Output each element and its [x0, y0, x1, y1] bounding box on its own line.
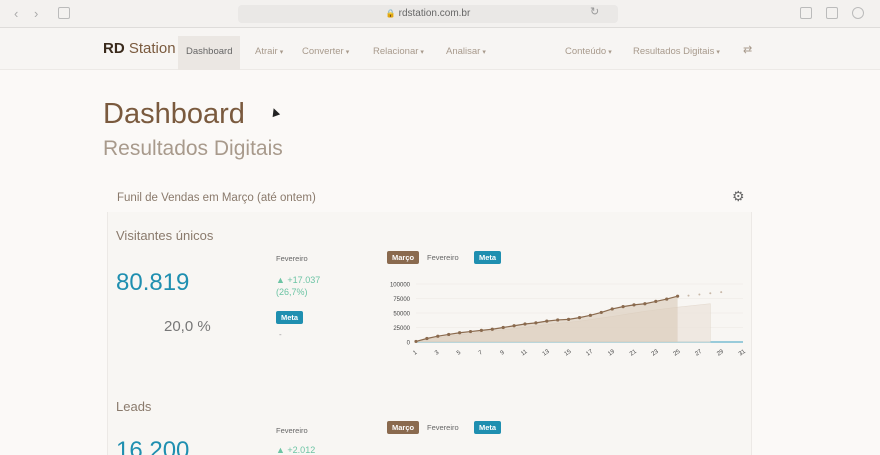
series-marco-point	[545, 319, 549, 323]
nav-dashboard[interactable]: Dashboard	[178, 36, 241, 70]
leads-value: 16.200	[116, 437, 190, 455]
nav-resultados-digitais[interactable]: Resultados Digitais ▾	[633, 46, 720, 57]
x-tick-label: 1	[412, 349, 419, 356]
series-marco-point	[414, 339, 418, 344]
series-marco-point	[577, 316, 582, 320]
x-tick-label: 21	[629, 348, 638, 357]
leads-legend-meta[interactable]: Meta	[474, 421, 502, 434]
y-tick-label: 0	[407, 341, 411, 347]
top-nav: RD Station Dashboard Atrair ▾ Converter ▾ …	[0, 28, 880, 70]
series-marco-point	[567, 317, 571, 321]
projection-point	[709, 292, 712, 295]
series-marco-point	[665, 297, 669, 301]
x-tick-label: 27	[694, 348, 703, 357]
series-marco-point	[621, 305, 625, 309]
x-tick-label: 29	[716, 348, 725, 357]
x-tick-label: 5	[456, 349, 463, 356]
leads-fevereiro-label: Fevereiro	[276, 426, 308, 435]
y-tick-label: 100000	[390, 283, 411, 289]
legend-fevereiro[interactable]: Fevereiro	[427, 253, 459, 262]
projection-point	[698, 293, 701, 296]
projection-point	[687, 294, 690, 297]
series-marco-point	[610, 307, 614, 311]
visitantes-meta-value: -	[279, 330, 282, 339]
leads-label: Leads	[116, 399, 152, 414]
rd-station-logo[interactable]: RD Station	[103, 40, 176, 57]
visitantes-meta-badge: Meta	[276, 311, 304, 324]
series-marco-point	[512, 324, 516, 328]
series-marco-point	[534, 321, 538, 325]
sidebar-icon[interactable]	[58, 7, 70, 19]
series-marco-point	[436, 334, 440, 338]
nav-conteudo[interactable]: Conteúdo ▾	[565, 46, 612, 57]
gear-icon[interactable]: ⚙	[732, 188, 745, 205]
x-tick-label: 13	[542, 348, 551, 357]
back-icon[interactable]: ‹	[14, 6, 18, 22]
x-tick-label: 9	[500, 349, 507, 356]
x-tick-label: 7	[478, 349, 485, 356]
x-tick-label: 3	[434, 349, 441, 356]
nav-relacionar[interactable]: Relacionar ▾	[373, 46, 424, 57]
series-marco-point	[425, 336, 429, 341]
y-tick-label: 50000	[393, 312, 410, 318]
series-marco-point	[458, 331, 462, 335]
reload-icon[interactable]: ↻	[590, 5, 599, 18]
y-tick-label: 75000	[393, 297, 410, 303]
series-marco-point	[676, 294, 680, 298]
x-tick-label: 23	[651, 348, 660, 357]
legend-marco[interactable]: Março	[387, 251, 420, 264]
visitantes-value: 80.819	[116, 269, 190, 296]
leads-legend-fevereiro[interactable]: Fevereiro	[427, 423, 459, 432]
x-tick-label: 11	[520, 349, 529, 358]
visitantes-fevereiro-label: Fevereiro	[276, 254, 308, 263]
x-tick-label: 19	[607, 348, 616, 357]
visitantes-percent: 20,0 %	[164, 318, 211, 335]
visitantes-label: Visitantes únicos	[116, 228, 214, 243]
mouse-cursor-icon	[269, 106, 281, 118]
panel-title: Funil de Vendas em Março (até ontem)	[117, 192, 316, 204]
series-marco-point	[599, 310, 603, 315]
nav-analisar[interactable]: Analisar ▾	[446, 46, 486, 57]
x-tick-label: 31	[738, 348, 747, 357]
forward-icon[interactable]: ›	[34, 6, 38, 22]
address-bar[interactable]: 🔒 rdstation.com.br	[238, 5, 618, 23]
series-marco-point	[643, 302, 647, 306]
leads-delta: ▲ +2.012	[276, 445, 316, 455]
projection-point	[720, 291, 723, 294]
nav-atrair[interactable]: Atrair ▾	[255, 46, 283, 57]
legend-meta[interactable]: Meta	[474, 251, 502, 264]
visitantes-chart: 10000075000500002500001 3 5 7 9 11 13 15 17 19 21 2…	[390, 283, 747, 358]
tabs-icon[interactable]	[826, 7, 838, 19]
series-marco-point	[632, 303, 636, 307]
series-marco-point	[479, 328, 483, 332]
share-icon[interactable]	[800, 7, 812, 19]
series-marco-point	[654, 299, 658, 303]
extension-icon[interactable]	[852, 7, 864, 19]
page-subtitle: Resultados Digitais	[103, 137, 283, 160]
nav-converter[interactable]: Converter ▾	[302, 46, 349, 57]
series-marco-area	[416, 296, 678, 342]
series-marco-point	[501, 325, 505, 330]
series-marco-point	[523, 322, 527, 326]
y-tick-label: 25000	[393, 326, 410, 332]
series-marco-point	[468, 329, 473, 334]
funnel-panel: Visitantes únicos 80.819 20,0 % Fevereir…	[107, 212, 752, 455]
series-marco-point	[447, 332, 451, 337]
x-tick-label: 25	[673, 348, 682, 357]
series-marco-point	[588, 313, 592, 317]
url-text: rdstation.com.br	[398, 8, 471, 19]
x-tick-label: 15	[564, 348, 573, 357]
notifications-icon[interactable]: ⇄	[743, 43, 752, 56]
leads-legend-marco[interactable]: Março	[387, 421, 420, 434]
series-marco-point	[490, 327, 494, 331]
lock-icon: 🔒	[385, 9, 396, 18]
series-marco-point	[556, 318, 560, 322]
x-tick-label: 17	[585, 348, 594, 357]
browser-toolbar: ‹ › 🔒 rdstation.com.br ↻	[0, 0, 880, 28]
page-title: Dashboard	[103, 98, 245, 130]
visitantes-delta: ▲ +17.037 (26,7%)	[276, 275, 321, 297]
